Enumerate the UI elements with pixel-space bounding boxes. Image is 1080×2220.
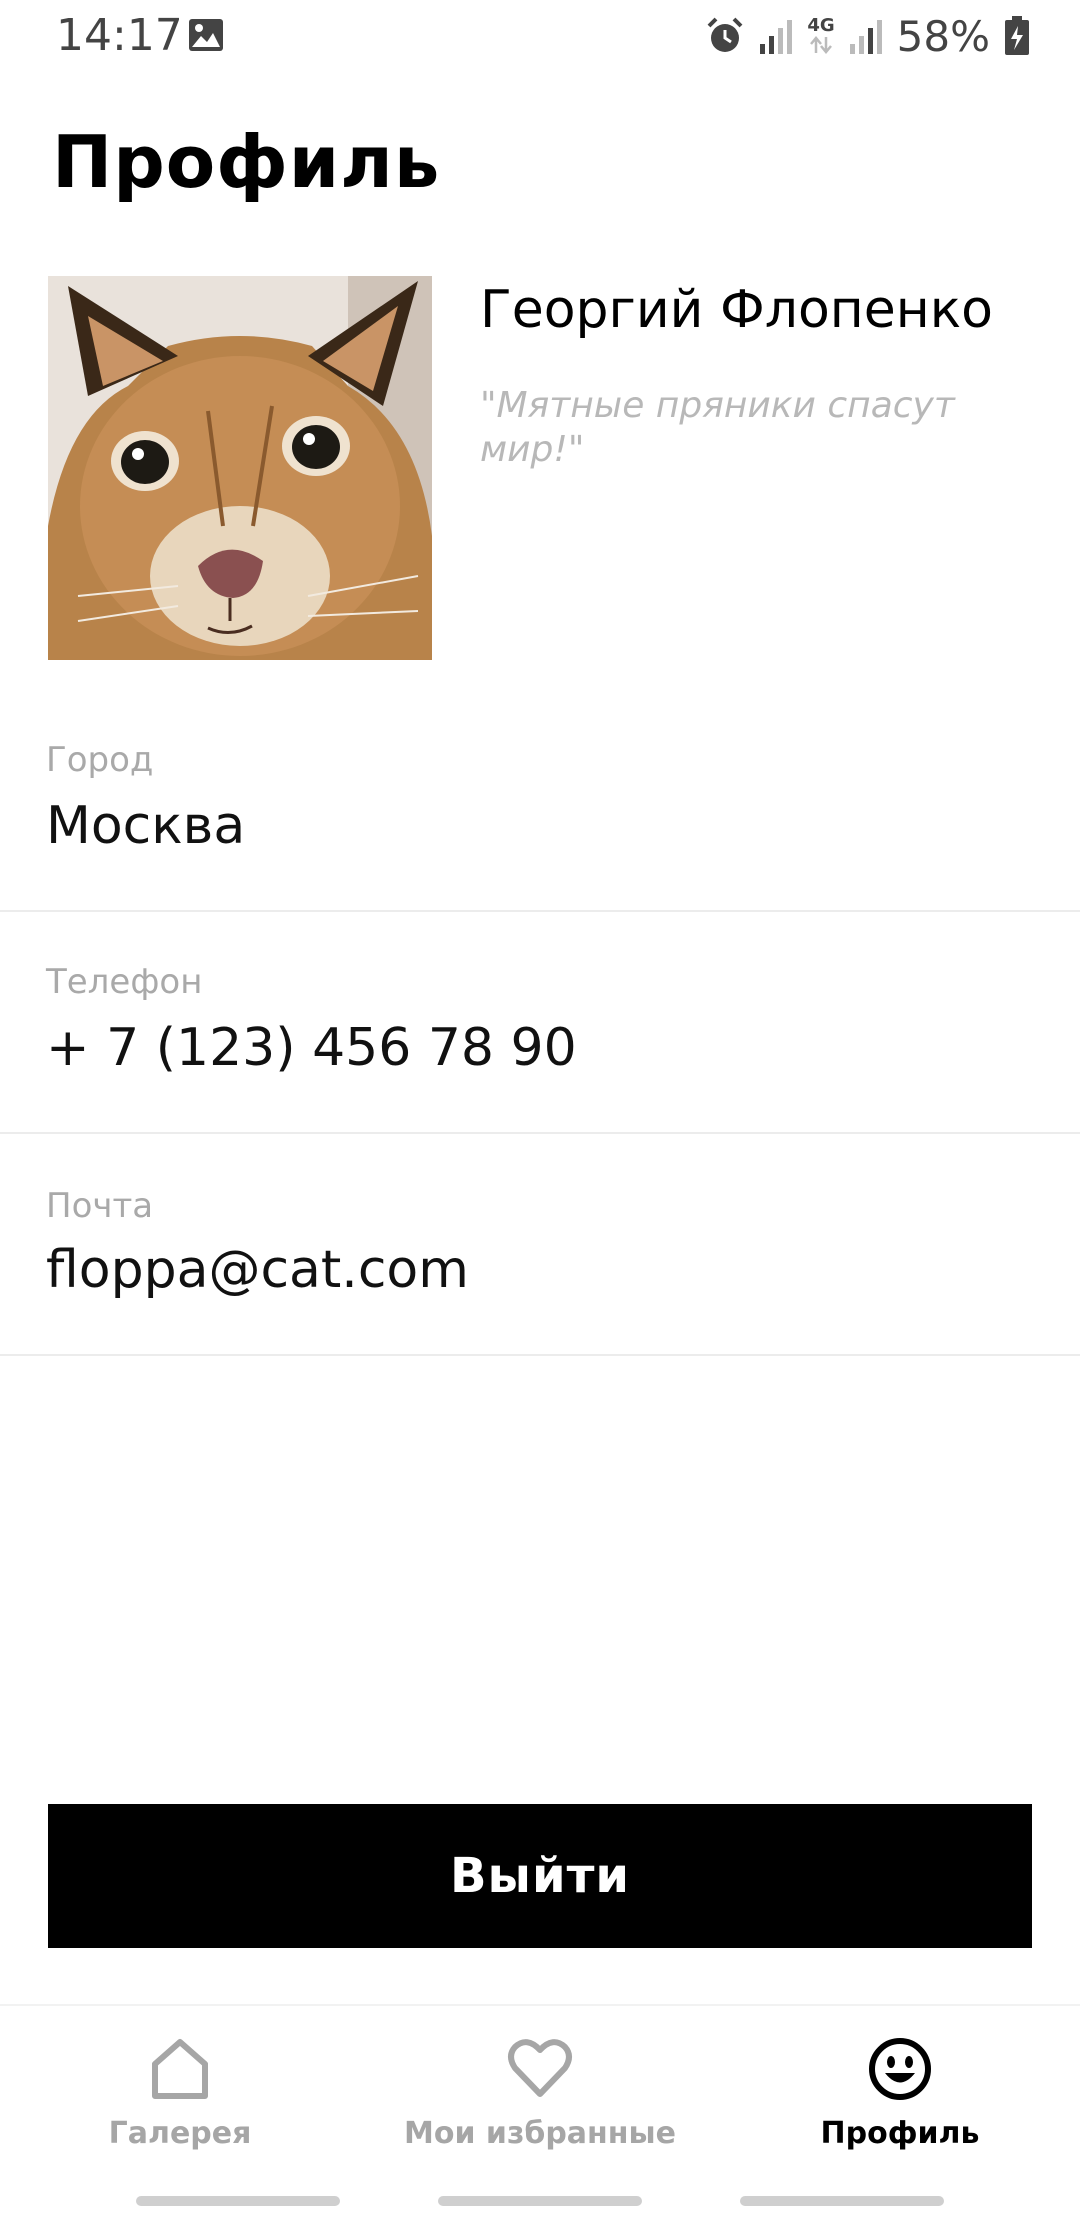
status-bar: 14:17 4G 58% (0, 0, 1080, 72)
signal-icon (849, 18, 883, 54)
signal-icon (759, 18, 793, 54)
phone-value: + 7 (123) 456 78 90 (46, 1018, 577, 1078)
nav-item-gallery[interactable]: Галерея (0, 2006, 360, 2176)
phone-label: Телефон (46, 962, 203, 1002)
info-row-phone: Телефон + 7 (123) 456 78 90 (0, 912, 1080, 1134)
email-label: Почта (46, 1186, 154, 1226)
page-title: Профиль (52, 120, 441, 204)
nav-label-favorites: Мои избранные (404, 2116, 676, 2151)
nav-item-favorites[interactable]: Мои избранные (360, 2006, 720, 2176)
battery-icon (1004, 16, 1030, 56)
city-label: Город (46, 740, 154, 780)
heart-icon (507, 2036, 573, 2102)
logout-button[interactable]: Выйти (48, 1804, 1032, 1948)
nav-item-profile[interactable]: Профиль (720, 2006, 1080, 2176)
nav-indicator-favorites (438, 2196, 642, 2206)
nav-label-gallery: Галерея (108, 2116, 252, 2151)
data-arrows-icon: 4G (807, 15, 835, 55)
image-icon (188, 18, 224, 52)
email-value: floppa@cat.com (46, 1240, 469, 1300)
info-row-city: Город Москва (0, 700, 1080, 912)
status-time: 14:17 (56, 10, 183, 61)
nav-indicator-profile (740, 2196, 944, 2206)
info-row-email: Почта floppa@cat.com (0, 1134, 1080, 1356)
smiley-icon (867, 2036, 933, 2102)
network-type-label: 4G (807, 15, 835, 36)
nav-label-profile: Профиль (820, 2116, 980, 2151)
battery-percent: 58% (896, 11, 990, 61)
nav-indicator-gallery (136, 2196, 340, 2206)
alarm-icon (705, 16, 745, 56)
profile-name: Георгий Флопенко (480, 280, 993, 340)
avatar[interactable] (48, 276, 432, 660)
city-value: Москва (46, 796, 246, 856)
profile-quote: "Мятные пряники спасут мир!" (480, 385, 955, 470)
home-icon (147, 2036, 213, 2102)
status-icons: 4G 58% (705, 10, 1030, 62)
bottom-nav: Галерея Мои избранные Профиль (0, 2004, 1080, 2220)
